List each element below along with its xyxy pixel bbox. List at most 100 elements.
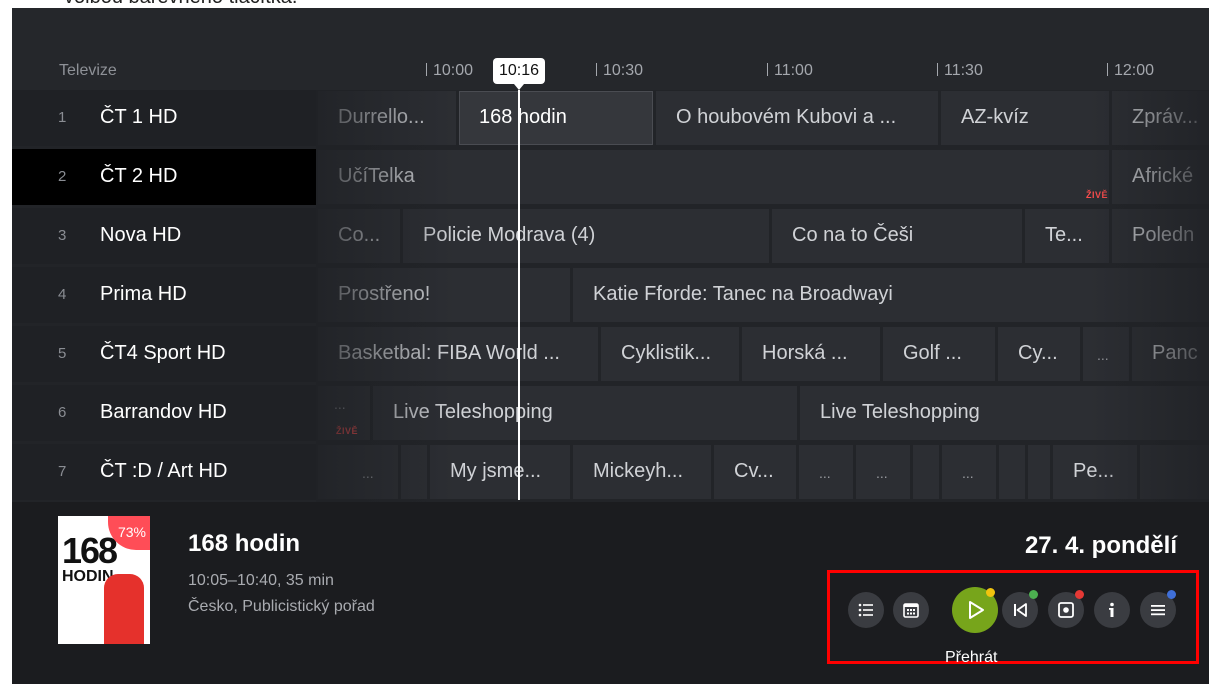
program-title: ... — [819, 465, 831, 481]
current-time-line — [518, 90, 520, 500]
program-title: Co... — [338, 224, 381, 246]
program-cell[interactable]: AZ-kvíz — [941, 91, 1109, 145]
program-cell[interactable]: Basketbal: FIBA World ... — [318, 327, 598, 381]
channel-name: Nova HD — [100, 224, 182, 246]
program-cell[interactable]: Panc — [1132, 327, 1209, 381]
program-cell[interactable] — [913, 445, 939, 499]
channel-name: Prima HD — [100, 283, 187, 305]
program-cell[interactable]: Te... — [1025, 209, 1109, 263]
program-title: Cy... — [1018, 342, 1058, 364]
time-label: 11:00 — [767, 62, 813, 80]
program-cell[interactable]: ... — [1083, 327, 1129, 381]
program-cell[interactable]: Horská ... — [742, 327, 880, 381]
list-button[interactable] — [848, 592, 884, 628]
play-button-label: Přehrát — [945, 649, 998, 666]
live-tag: ŽIVĚ — [1086, 190, 1109, 200]
program-cell[interactable]: Poledn — [1112, 209, 1209, 263]
program-title: Durrello... — [338, 106, 425, 128]
program-detail-genre: Česko, Publicistický pořad — [188, 598, 375, 615]
poster-figure — [104, 574, 144, 644]
program-cell[interactable]: Mickeyh... — [573, 445, 711, 499]
program-cell[interactable]: ... ŽIVĚ — [318, 386, 370, 440]
program-cell[interactable]: Live Teleshopping — [800, 386, 1209, 440]
channel-number: 5 — [58, 345, 67, 362]
program-title: Live Teleshopping — [393, 401, 553, 423]
program-cell[interactable]: Katie Fforde: Tanec na Broadwayi — [573, 268, 1209, 322]
record-icon — [1058, 602, 1074, 618]
record-button[interactable] — [1048, 590, 1084, 628]
program-cell-selected[interactable]: 168 hodin — [459, 91, 653, 145]
live-tag: ŽIVĚ — [336, 426, 359, 436]
program-cell[interactable]: Africké — [1112, 150, 1209, 204]
red-key-dot — [1075, 590, 1084, 599]
program-cell[interactable]: Co... — [318, 209, 400, 263]
time-label: 11:30 — [937, 62, 983, 80]
program-cell[interactable]: Cyklistik... — [601, 327, 739, 381]
info-button[interactable] — [1094, 592, 1130, 628]
program-title: ... — [362, 465, 374, 481]
program-cell[interactable]: ... — [942, 445, 996, 499]
program-title: Panc — [1152, 342, 1198, 364]
program-title: Prostřeno! — [338, 283, 431, 305]
play-button[interactable] — [952, 587, 998, 633]
program-cell[interactable] — [1028, 445, 1050, 499]
channel-row[interactable]: 3 Nova HD — [12, 208, 316, 264]
program-title: UčíTelka — [338, 165, 415, 187]
channel-number: 4 — [58, 286, 67, 303]
current-time-badge: 10:16 — [493, 58, 545, 90]
program-title: O houbovém Kubovi a ... — [676, 106, 897, 128]
list-icon — [858, 603, 873, 617]
program-cell[interactable]: Cv... — [714, 445, 796, 499]
program-cell[interactable]: Cy... — [998, 327, 1080, 381]
channel-row[interactable]: 5 ČT4 Sport HD — [12, 326, 316, 382]
channel-number: 1 — [58, 109, 67, 126]
program-cell[interactable]: Live Teleshopping — [373, 386, 797, 440]
restart-button[interactable] — [1002, 590, 1038, 628]
green-key-dot — [1029, 590, 1038, 599]
program-cell[interactable]: Pe... — [1053, 445, 1137, 499]
menu-icon — [1151, 605, 1165, 616]
program-cell[interactable] — [999, 445, 1025, 499]
program-cell[interactable]: ... — [856, 445, 910, 499]
skip-back-icon — [1014, 603, 1027, 617]
program-cell[interactable]: ... — [799, 445, 853, 499]
channel-name: ČT 1 HD — [100, 106, 178, 128]
program-cell[interactable]: Policie Modrava (4) — [403, 209, 769, 263]
program-cell[interactable] — [1140, 445, 1209, 499]
channel-row[interactable]: 7 ČT :D / Art HD — [12, 444, 316, 500]
program-title: ... — [1097, 347, 1109, 363]
program-title: AZ-kvíz — [961, 106, 1029, 128]
calendar-button[interactable] — [893, 592, 929, 628]
program-title: My jsme... — [450, 460, 542, 482]
tv-guide-screen: Televize 10:00 10:30 11:00 11:30 12:00 1… — [12, 8, 1209, 684]
menu-button[interactable] — [1140, 590, 1176, 628]
program-title: Poledn — [1132, 224, 1195, 246]
channel-number: 7 — [58, 463, 67, 480]
channel-row[interactable]: 1 ČT 1 HD — [12, 90, 316, 146]
time-label: 12:00 — [1107, 62, 1154, 80]
program-cell[interactable]: O houbovém Kubovi a ... — [656, 91, 938, 145]
program-cell[interactable]: Zpráv... — [1112, 91, 1209, 145]
program-cell[interactable]: ... — [318, 445, 398, 499]
channel-row[interactable]: 2 ČT 2 HD — [12, 149, 316, 205]
program-title: Policie Modrava (4) — [423, 224, 596, 246]
program-title: Cv... — [734, 460, 774, 482]
channel-number: 3 — [58, 227, 67, 244]
channel-name: ČT 2 HD — [100, 165, 178, 187]
program-cell[interactable]: Golf ... — [883, 327, 995, 381]
program-cell[interactable]: Co na to Češi — [772, 209, 1022, 263]
program-cell[interactable] — [401, 445, 427, 499]
channel-row[interactable]: 4 Prima HD — [12, 267, 316, 323]
program-title: ... — [334, 396, 346, 412]
program-title: Live Teleshopping — [820, 401, 980, 423]
program-cell[interactable]: Durrello... — [318, 91, 456, 145]
date-label: 27. 4. pondělí — [1024, 532, 1177, 559]
program-cell[interactable]: UčíTelka ŽIVĚ — [318, 150, 1109, 204]
program-title: Africké — [1132, 165, 1194, 187]
channel-row[interactable]: 6 Barrandov HD — [12, 385, 316, 441]
program-cell[interactable]: Prostřeno! — [318, 268, 570, 322]
program-title: Katie Fforde: Tanec na Broadwayi — [593, 283, 893, 305]
program-title: ... — [876, 465, 888, 481]
program-cell[interactable]: My jsme... — [430, 445, 570, 499]
program-title: Pe... — [1073, 460, 1115, 482]
